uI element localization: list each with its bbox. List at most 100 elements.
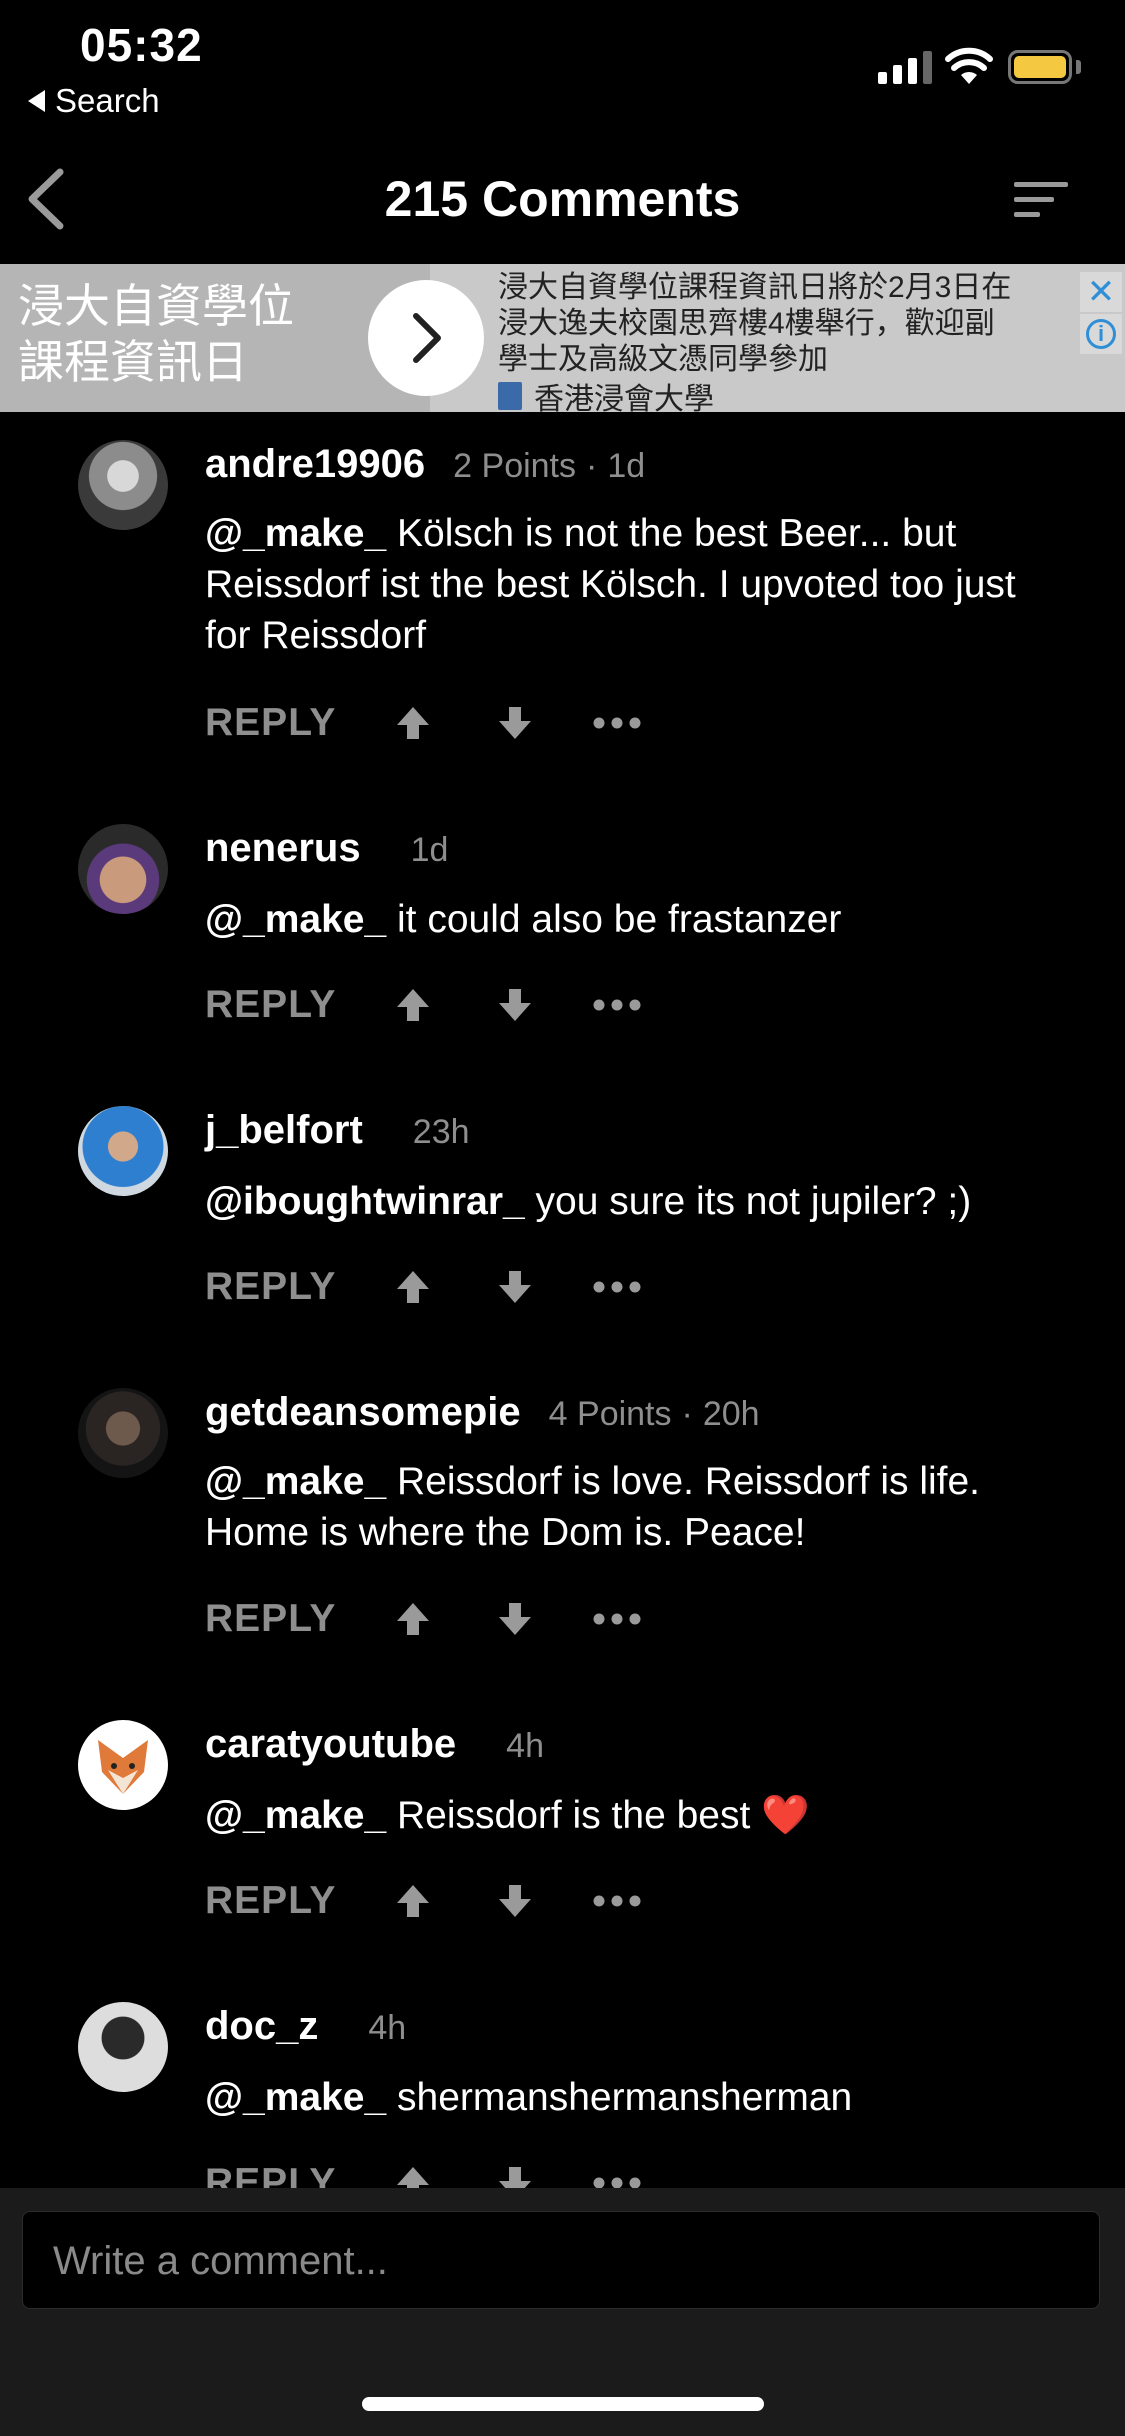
arrow-up-icon xyxy=(397,1603,429,1635)
reply-button[interactable]: REPLY xyxy=(205,1597,383,1641)
status-time: 05:32 xyxy=(80,19,203,71)
comment-text: you sure its not jupiler? ;) xyxy=(535,1180,972,1223)
comment-text: shermanshermansherman xyxy=(397,2076,853,2119)
downvote-button[interactable] xyxy=(485,1262,545,1312)
upvote-button[interactable] xyxy=(383,1262,443,1312)
downvote-button[interactable] xyxy=(485,1594,545,1644)
arrow-down-icon xyxy=(499,707,531,739)
info-icon: i xyxy=(1086,319,1116,349)
arrow-down-icon xyxy=(499,1271,531,1303)
ad-banner[interactable]: 浸大自資學位課程資訊日 浸大自資學位課程資訊日將於2月3日在浸大逸夫校園思齊樓4… xyxy=(0,264,1125,412)
status-bar: 05:32 Search xyxy=(0,0,1125,130)
upvote-button[interactable] xyxy=(383,1594,443,1644)
comment-age: 1d xyxy=(410,831,449,869)
reply-button[interactable]: REPLY xyxy=(205,1265,383,1309)
book-icon xyxy=(498,382,522,410)
ad-source-label: 香港浸會大學 xyxy=(534,383,714,412)
arrow-down-icon xyxy=(499,1603,531,1635)
comment-mention[interactable]: @_make_ xyxy=(205,898,386,941)
comment-username[interactable]: getdeansomepie xyxy=(205,1390,521,1435)
arrow-up-icon xyxy=(397,1885,429,1917)
arrow-up-icon xyxy=(397,1271,429,1303)
ad-source: 香港浸會大學 xyxy=(498,374,714,412)
ad-description: 浸大自資學位課程資訊日將於2月3日在浸大逸夫校園思齊樓4樓舉行，歡迎副學士及高級… xyxy=(498,271,1012,376)
reply-button[interactable]: REPLY xyxy=(205,701,383,745)
avatar[interactable] xyxy=(78,1388,168,1478)
downvote-button[interactable] xyxy=(485,2158,545,2192)
sort-icon xyxy=(1014,182,1068,217)
more-options-button[interactable] xyxy=(587,2158,647,2192)
comment-actions: REPLY xyxy=(205,1262,689,1312)
comment-meta: getdeansomepie 4 Points · 20h xyxy=(205,1390,760,1435)
downvote-button[interactable] xyxy=(485,698,545,748)
comment-points: 4 Points xyxy=(548,1395,672,1433)
back-to-search-link[interactable]: Search xyxy=(28,82,160,120)
upvote-button[interactable] xyxy=(383,1876,443,1926)
upvote-button[interactable] xyxy=(383,698,443,748)
ad-open-button[interactable] xyxy=(368,280,484,396)
comments-list[interactable]: andre19906 2 Points · 1d @_make_ Kölsch … xyxy=(0,412,1125,2192)
cellular-signal-icon xyxy=(878,50,932,84)
battery-icon xyxy=(1008,50,1072,84)
comment-mention[interactable]: @iboughtwinrar_ xyxy=(205,1180,525,1223)
more-options-button[interactable] xyxy=(587,980,647,1030)
arrow-down-icon xyxy=(499,1885,531,1917)
comment-body: @_make_ Kölsch is not the best Beer... b… xyxy=(205,508,1065,661)
comment-username[interactable]: caratyoutube xyxy=(205,1722,456,1767)
comment-meta: andre19906 2 Points · 1d xyxy=(205,442,645,487)
comment-age: 4h xyxy=(506,1727,544,1765)
comment-mention[interactable]: @_make_ xyxy=(205,1460,386,1503)
wifi-icon xyxy=(945,47,993,84)
comment-age: 23h xyxy=(412,1113,470,1151)
downvote-button[interactable] xyxy=(485,980,545,1030)
sort-button[interactable] xyxy=(1012,178,1070,227)
comment-age: 4h xyxy=(368,2009,407,2047)
comment-text: Reissdorf is the best ❤️ xyxy=(397,1794,810,1837)
upvote-button[interactable] xyxy=(383,980,443,1030)
comment-actions: REPLY xyxy=(205,1594,689,1644)
meta-separator: · xyxy=(681,1395,693,1433)
more-dots-icon xyxy=(593,999,641,1011)
more-dots-icon xyxy=(593,1895,641,1907)
chevron-right-icon xyxy=(413,313,441,363)
comment-input[interactable]: Write a comment... xyxy=(22,2211,1100,2309)
comment-meta: j_belfort 23h xyxy=(205,1108,470,1153)
avatar[interactable] xyxy=(78,1720,168,1810)
reply-button[interactable]: REPLY xyxy=(205,1879,383,1923)
comment-username[interactable]: j_belfort xyxy=(205,1108,363,1153)
comment-age: 20h xyxy=(702,1395,760,1433)
comment-age: 1d xyxy=(607,447,646,485)
comment-mention[interactable]: @_make_ xyxy=(205,512,386,555)
comment-actions: REPLY xyxy=(205,980,689,1030)
comment-mention[interactable]: @_make_ xyxy=(205,1794,386,1837)
comment-username[interactable]: doc_z xyxy=(205,2004,318,2049)
close-icon: ✕ xyxy=(1086,273,1116,311)
upvote-button[interactable] xyxy=(383,2158,443,2192)
arrow-up-icon xyxy=(397,989,429,1021)
comment-actions: REPLY xyxy=(205,1876,689,1926)
comment-username[interactable]: andre19906 xyxy=(205,442,425,487)
ad-close-button[interactable]: ✕ xyxy=(1080,272,1122,312)
arrow-down-icon xyxy=(499,989,531,1021)
comment-username[interactable]: nenerus xyxy=(205,826,361,871)
more-options-button[interactable] xyxy=(587,698,647,748)
home-indicator[interactable] xyxy=(362,2397,764,2411)
more-options-button[interactable] xyxy=(587,1262,647,1312)
downvote-button[interactable] xyxy=(485,1876,545,1926)
more-dots-icon xyxy=(593,717,641,729)
more-options-button[interactable] xyxy=(587,1594,647,1644)
avatar[interactable] xyxy=(78,824,168,914)
meta-separator: · xyxy=(586,447,598,485)
avatar[interactable] xyxy=(78,2002,168,2092)
fox-avatar-icon xyxy=(98,1740,148,1794)
ad-info-button[interactable]: i xyxy=(1080,314,1122,354)
avatar[interactable] xyxy=(78,1106,168,1196)
comment-mention[interactable]: @_make_ xyxy=(205,2076,386,2119)
more-options-button[interactable] xyxy=(587,1876,647,1926)
avatar[interactable] xyxy=(78,440,168,530)
comment-points: 2 Points xyxy=(453,447,577,485)
battery-tip xyxy=(1076,60,1081,74)
comment-meta: nenerus 1d xyxy=(205,826,448,871)
comment-text: it could also be frastanzer xyxy=(397,898,842,941)
reply-button[interactable]: REPLY xyxy=(205,983,383,1027)
